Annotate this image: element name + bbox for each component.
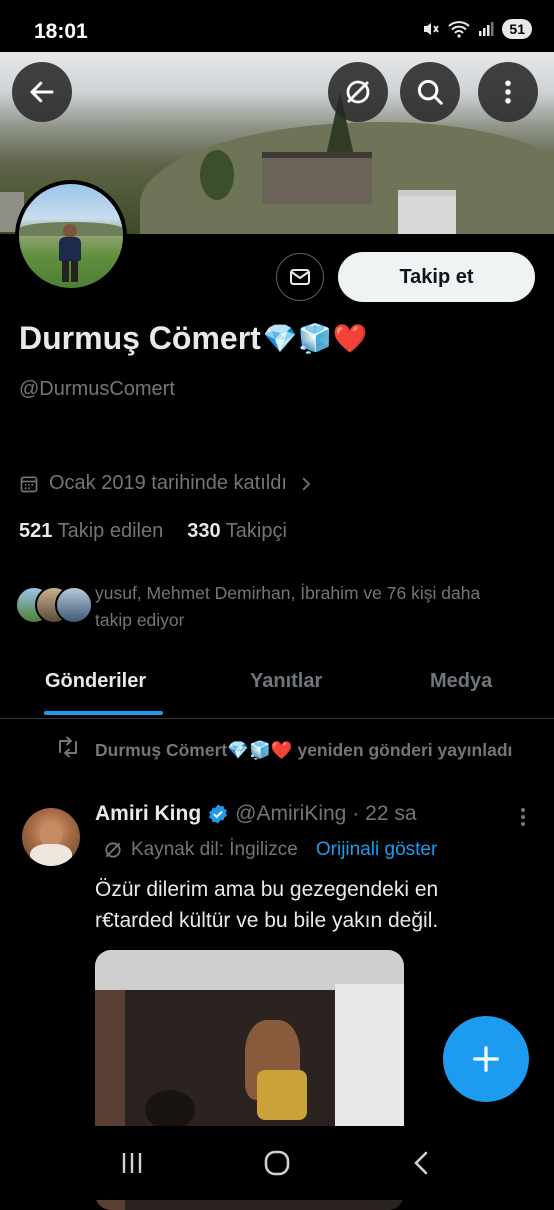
tab-posts[interactable]: Gönderiler	[45, 670, 146, 693]
status-time: 18:01	[34, 20, 88, 43]
search-icon	[417, 79, 443, 105]
message-button[interactable]	[276, 253, 324, 301]
verified-badge-icon	[209, 804, 228, 824]
post-author-name[interactable]: Amiri King	[95, 802, 201, 826]
following-link[interactable]: 521 Takip edilen	[19, 520, 163, 543]
repost-icon	[59, 736, 77, 758]
followed-by-avatars[interactable]	[15, 586, 93, 624]
signal-icon	[479, 22, 494, 36]
wifi-icon	[448, 21, 471, 38]
post-more-icon[interactable]	[516, 806, 530, 828]
repost-label[interactable]: Durmuş Cömert💎🧊❤️ yeniden gönderi yayınl…	[95, 736, 515, 764]
grok-icon	[346, 80, 370, 104]
followed-by-text[interactable]: yusuf, Mehmet Demirhan, İbrahim ve 76 ki…	[95, 580, 515, 634]
chevron-right-icon	[302, 477, 311, 490]
post-time: · 22 sa	[352, 802, 417, 825]
search-button[interactable]	[400, 62, 460, 122]
followers-label: Takipçi	[225, 520, 287, 542]
avatar-photo	[19, 184, 123, 288]
joined-date-row[interactable]: Ocak 2019 tarihinde katıldı	[19, 472, 315, 495]
profile-name: Durmuş Cömert 💎🧊❤️	[19, 320, 367, 357]
active-tab-indicator	[44, 711, 163, 715]
status-icons: 51	[422, 19, 532, 39]
avatar	[55, 586, 93, 624]
follow-stats: 521 Takip edilen 330 Takipçi	[19, 520, 287, 543]
banner-tree	[200, 150, 234, 200]
back-nav-icon[interactable]	[408, 1149, 436, 1177]
profile-handle: @DurmusComert	[19, 378, 175, 400]
translate-icon	[105, 842, 121, 858]
back-arrow-icon	[30, 81, 54, 103]
following-label: Takip edilen	[57, 520, 164, 542]
grok-button[interactable]	[328, 62, 388, 122]
banner-house	[398, 190, 456, 234]
profile-name-emojis: 💎🧊❤️	[262, 323, 368, 354]
post-text: Özür dilerim ama bu gezegendeki en r€tar…	[95, 878, 439, 932]
joined-text: Ocak 2019 tarihinde katıldı	[49, 472, 287, 494]
more-vertical-icon	[505, 80, 511, 104]
profile-name-text: Durmuş Cömert	[19, 320, 261, 356]
tab-media[interactable]: Medya	[430, 670, 492, 693]
translation-source: Kaynak dil: İngilizce	[131, 839, 298, 860]
post-author-handle[interactable]: @AmiriKing	[235, 802, 346, 826]
following-count: 521	[19, 520, 53, 542]
post-header: Amiri King @AmiriKing · 22 sa	[95, 802, 417, 826]
calendar-icon	[20, 476, 38, 492]
more-button[interactable]	[478, 62, 538, 122]
home-icon[interactable]	[262, 1148, 292, 1178]
banner-house	[262, 152, 372, 204]
compose-button[interactable]	[443, 1016, 529, 1102]
translation-row: Kaynak dil: İngilizce Orijinali göster	[103, 839, 437, 861]
profile-avatar[interactable]	[15, 180, 127, 292]
mail-icon	[290, 269, 310, 285]
post-author-avatar[interactable]	[22, 808, 80, 866]
followers-count: 330	[187, 520, 221, 542]
back-button[interactable]	[12, 62, 72, 122]
mute-icon	[424, 23, 440, 35]
follow-button[interactable]: Takip et	[338, 252, 535, 302]
battery-indicator: 51	[502, 19, 532, 39]
show-original-link[interactable]: Orijinali göster	[316, 839, 437, 861]
system-nav-bar	[0, 1126, 554, 1200]
tab-replies[interactable]: Yanıtlar	[250, 670, 322, 693]
plus-icon	[473, 1046, 499, 1072]
recent-apps-icon[interactable]	[118, 1149, 146, 1177]
followers-link[interactable]: 330 Takipçi	[187, 520, 287, 543]
